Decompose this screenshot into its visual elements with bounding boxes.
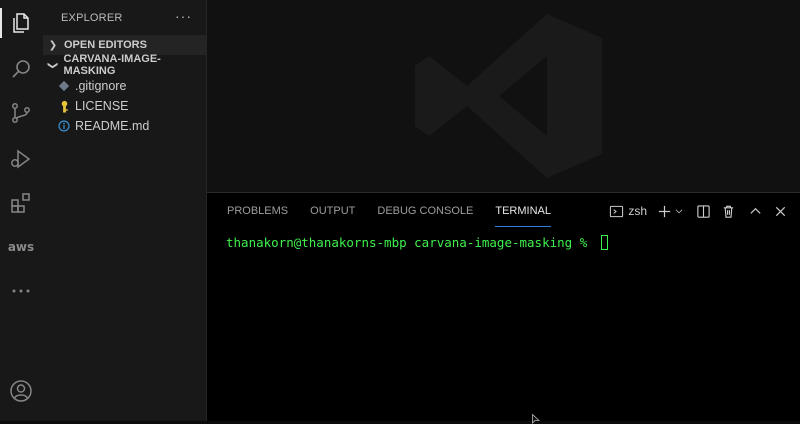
aws-icon[interactable]: aws xyxy=(6,232,36,262)
tab-problems[interactable]: PROBLEMS xyxy=(227,203,288,225)
panel-tabs: PROBLEMS OUTPUT DEBUG CONSOLE TERMINAL xyxy=(227,203,573,227)
chevron-up-icon xyxy=(750,207,761,214)
terminal-output[interactable]: thanakorn@thanakorns-mbp carvana-image-m… xyxy=(226,235,608,250)
account-icon[interactable] xyxy=(6,376,36,406)
shell-name: zsh xyxy=(628,204,647,218)
explorer-title: EXPLORER xyxy=(61,12,123,24)
trash-icon xyxy=(723,205,734,218)
plus-icon xyxy=(658,205,671,217)
close-icon xyxy=(775,206,786,216)
extensions-icon[interactable] xyxy=(6,188,36,218)
file-item-gitignore[interactable]: .gitignore xyxy=(43,76,207,96)
maximize-panel-button[interactable] xyxy=(748,204,763,219)
chevron-down-icon: ❯ xyxy=(47,60,59,70)
more-icon[interactable] xyxy=(6,276,36,306)
info-icon xyxy=(57,119,71,133)
source-control-icon[interactable] xyxy=(6,98,36,128)
split-icon xyxy=(697,204,710,218)
tab-debug-console[interactable]: DEBUG CONSOLE xyxy=(377,203,473,225)
project-folder-section[interactable]: ❯ CARVANA-IMAGE-MASKING xyxy=(43,53,207,77)
tab-terminal[interactable]: TERMINAL xyxy=(495,203,551,227)
project-folder-label: CARVANA-IMAGE-MASKING xyxy=(63,53,161,77)
kill-terminal-button[interactable] xyxy=(721,204,736,219)
run-debug-icon[interactable] xyxy=(6,144,36,174)
terminal-cursor xyxy=(600,235,608,250)
terminal-icon xyxy=(610,205,624,217)
active-indicator xyxy=(0,8,2,38)
file-name: README.md xyxy=(75,119,150,133)
split-terminal-button[interactable] xyxy=(696,204,711,219)
chevron-right-icon: ❯ xyxy=(48,39,58,51)
files-icon[interactable] xyxy=(6,8,36,38)
new-terminal-button[interactable] xyxy=(657,204,684,219)
open-editors-label: OPEN EDITORS xyxy=(64,39,147,51)
terminal-shell-selector[interactable]: zsh xyxy=(609,204,647,219)
git-icon xyxy=(57,79,71,93)
file-item-readme[interactable]: README.md xyxy=(43,116,207,136)
file-item-license[interactable]: LICENSE xyxy=(43,96,207,116)
file-name: .gitignore xyxy=(75,79,127,93)
file-name: LICENSE xyxy=(75,99,129,113)
editor-area xyxy=(207,0,800,192)
more-actions-icon[interactable]: ··· xyxy=(175,8,192,24)
terminal-prompt: thanakorn@thanakorns-mbp carvana-image-m… xyxy=(226,235,595,250)
open-editors-section[interactable]: ❯ OPEN EDITORS xyxy=(43,35,207,55)
aws-label: aws xyxy=(7,240,35,254)
license-icon xyxy=(57,99,71,113)
search-icon[interactable] xyxy=(6,54,36,84)
panel-actions: zsh xyxy=(601,201,788,221)
bottom-panel: PROBLEMS OUTPUT DEBUG CONSOLE TERMINAL z… xyxy=(207,192,800,421)
activity-bar: aws xyxy=(0,0,43,421)
chevron-down-icon xyxy=(675,209,683,214)
explorer-sidebar: EXPLORER ··· ❯ OPEN EDITORS ❯ CARVANA-IM… xyxy=(43,0,207,421)
close-panel-button[interactable] xyxy=(773,204,788,219)
mouse-pointer-icon xyxy=(532,414,540,424)
tab-output[interactable]: OUTPUT xyxy=(310,203,355,225)
vscode-logo-watermark xyxy=(415,14,602,178)
